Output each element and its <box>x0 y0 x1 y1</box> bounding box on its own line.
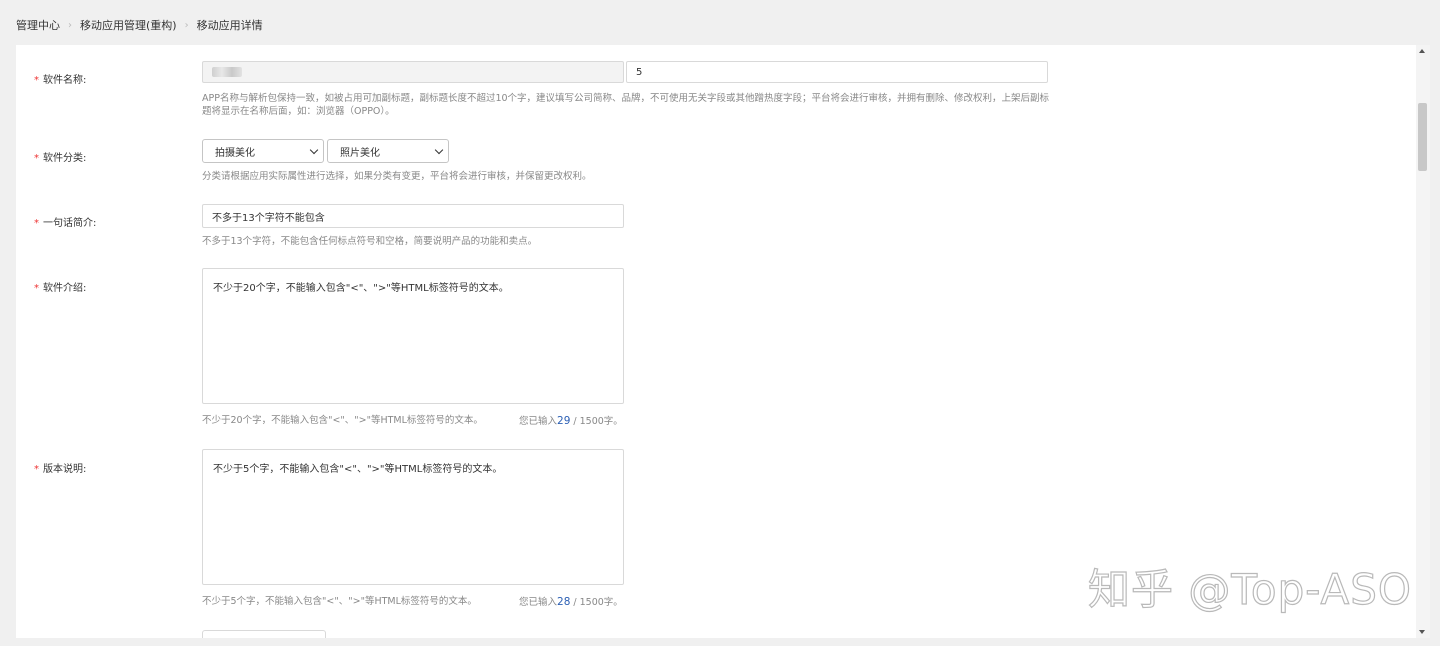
breadcrumb-item-app-detail: 移动应用详情 <box>196 19 263 32</box>
software-subtitle-input[interactable]: 5 <box>626 61 1048 83</box>
required-mark: * <box>34 218 39 229</box>
breadcrumb-item-mobile-app-management[interactable]: 移动应用管理(重构) <box>80 17 177 33</box>
chevron-down-icon <box>309 145 319 155</box>
scrollbar-thumb[interactable] <box>1418 103 1427 171</box>
one-line-intro-label: * 一句话简介: <box>34 218 97 229</box>
category-secondary-select[interactable]: 照片美化 <box>327 139 449 163</box>
description-textarea[interactable]: 不少于20个字，不能输入包含"<"、">"等HTML标签符号的文本。 <box>202 268 624 404</box>
description-char-counter: 您已输入29 / 1500字。 <box>519 415 623 427</box>
one-line-intro-hint: 不多于13个字符，不能包含任何标点符号和空格，简要说明产品的功能和卖点。 <box>202 236 538 247</box>
version-notes-textarea[interactable]: 不少于5个字，不能输入包含"<"、">"等HTML标签符号的文本。 <box>202 449 624 585</box>
scroll-up-icon[interactable] <box>1419 49 1425 53</box>
category-label: * 软件分类: <box>34 153 87 164</box>
next-field-input[interactable] <box>202 630 326 638</box>
required-mark: * <box>34 153 39 164</box>
description-label: * 软件介绍: <box>34 283 87 294</box>
chevron-down-icon <box>434 145 444 155</box>
breadcrumb-item-admin-center[interactable]: 管理中心 <box>16 17 60 33</box>
required-mark: * <box>34 464 39 475</box>
version-notes-char-counter: 您已输入28 / 1500字。 <box>519 596 623 608</box>
one-line-intro-input[interactable]: 不多于13个字符不能包含 <box>202 204 624 228</box>
scroll-down-icon[interactable] <box>1419 630 1425 634</box>
vertical-scrollbar[interactable] <box>1416 45 1430 638</box>
category-hint: 分类请根据应用实际属性进行选择，如果分类有变更，平台将会进行审核，并保留更改权利… <box>202 171 592 182</box>
form-panel: * 软件名称: 5 APP名称与解析包保持一致，如被占用可加副标题，副标题长度不超… <box>16 45 1416 638</box>
breadcrumb-separator-icon: › <box>68 19 72 31</box>
version-notes-label: * 版本说明: <box>34 464 87 475</box>
required-mark: * <box>34 75 39 86</box>
description-hint: 不少于20个字，不能输入包含"<"、">"等HTML标签符号的文本。 <box>202 415 483 426</box>
category-primary-select[interactable]: 拍摄美化 <box>202 139 324 163</box>
software-name-input <box>202 61 624 83</box>
breadcrumb: 管理中心 › 移动应用管理(重构) › 移动应用详情 <box>16 17 263 33</box>
watermark: 知乎 @Top-ASO <box>1087 564 1412 614</box>
software-name-hint: APP名称与解析包保持一致，如被占用可加副标题，副标题长度不超过10个字，建议填… <box>202 93 1050 117</box>
blurred-app-name <box>212 67 242 77</box>
required-mark: * <box>34 283 39 294</box>
breadcrumb-separator-icon: › <box>184 19 189 31</box>
software-name-label: * 软件名称: <box>34 75 87 86</box>
version-notes-hint: 不少于5个字，不能输入包含"<"、">"等HTML标签符号的文本。 <box>202 596 477 607</box>
